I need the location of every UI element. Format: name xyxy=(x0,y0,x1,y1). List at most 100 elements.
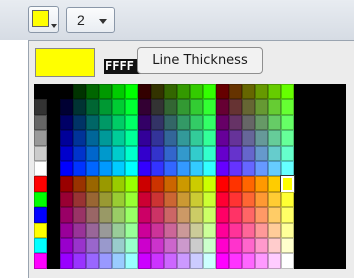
palette-color-cell[interactable] xyxy=(151,145,164,161)
palette-color-cell[interactable] xyxy=(255,161,268,177)
palette-color-cell[interactable] xyxy=(99,130,112,146)
palette-color-cell[interactable] xyxy=(177,99,190,115)
palette-color-cell[interactable] xyxy=(190,84,203,100)
palette-color-cell[interactable] xyxy=(216,253,229,269)
palette-color-cell[interactable] xyxy=(86,84,99,100)
palette-color-cell[interactable] xyxy=(86,207,99,223)
palette-color-cell[interactable] xyxy=(229,161,242,177)
palette-color-cell[interactable] xyxy=(34,176,47,192)
palette-color-cell[interactable] xyxy=(125,114,138,131)
palette-color-cell[interactable] xyxy=(164,253,177,269)
palette-color-cell[interactable] xyxy=(60,145,73,161)
palette-color-cell[interactable] xyxy=(242,207,255,223)
palette-color-cell[interactable] xyxy=(86,253,99,269)
palette-color-cell[interactable] xyxy=(216,207,229,223)
palette-color-cell[interactable] xyxy=(125,130,138,146)
palette-color-cell[interactable] xyxy=(99,99,112,115)
palette-color-cell[interactable] xyxy=(99,145,112,161)
palette-color-cell[interactable] xyxy=(34,161,47,177)
palette-color-cell[interactable] xyxy=(281,130,294,146)
palette-color-cell[interactable] xyxy=(242,176,255,192)
palette-color-cell[interactable] xyxy=(47,253,60,269)
palette-color-cell[interactable] xyxy=(112,145,125,161)
palette-color-cell[interactable] xyxy=(190,253,203,269)
palette-color-cell[interactable] xyxy=(164,130,177,146)
palette-color-cell[interactable] xyxy=(112,130,125,146)
palette-color-cell[interactable] xyxy=(47,222,60,238)
palette-color-cell[interactable] xyxy=(190,161,203,177)
palette-color-cell[interactable] xyxy=(242,238,255,254)
palette-color-cell[interactable] xyxy=(151,161,164,177)
palette-color-cell[interactable] xyxy=(138,222,151,238)
palette-color-cell[interactable] xyxy=(73,84,86,100)
palette-color-cell[interactable] xyxy=(86,130,99,146)
palette-color-cell[interactable] xyxy=(99,222,112,238)
palette-color-cell[interactable] xyxy=(268,145,281,161)
palette-color-cell[interactable] xyxy=(34,253,47,269)
palette-color-cell[interactable] xyxy=(164,238,177,254)
palette-color-cell[interactable] xyxy=(86,99,99,115)
palette-color-cell[interactable] xyxy=(164,207,177,223)
palette-color-cell[interactable] xyxy=(112,222,125,238)
palette-color-cell[interactable] xyxy=(203,161,216,177)
palette-color-cell[interactable] xyxy=(177,238,190,254)
palette-color-cell[interactable] xyxy=(216,238,229,254)
palette-color-cell[interactable] xyxy=(177,191,190,208)
palette-color-cell[interactable] xyxy=(216,114,229,131)
palette-color-cell[interactable] xyxy=(164,222,177,238)
palette-color-cell[interactable] xyxy=(60,84,73,100)
palette-color-cell[interactable] xyxy=(164,161,177,177)
palette-color-cell[interactable] xyxy=(164,145,177,161)
palette-color-cell[interactable] xyxy=(190,222,203,238)
palette-color-cell[interactable] xyxy=(34,145,47,161)
palette-color-cell[interactable] xyxy=(47,99,60,115)
palette-color-cell[interactable] xyxy=(125,161,138,177)
palette-color-cell[interactable] xyxy=(255,84,268,100)
palette-color-cell[interactable] xyxy=(73,130,86,146)
palette-color-cell[interactable] xyxy=(125,99,138,115)
palette-color-cell[interactable] xyxy=(242,130,255,146)
palette-color-cell[interactable] xyxy=(73,238,86,254)
palette-color-cell[interactable] xyxy=(86,114,99,131)
palette-color-cell[interactable] xyxy=(281,145,294,161)
palette-color-cell[interactable] xyxy=(125,191,138,208)
palette-color-cell[interactable] xyxy=(190,114,203,131)
palette-color-cell[interactable] xyxy=(99,176,112,192)
palette-color-cell[interactable] xyxy=(242,84,255,100)
palette-color-cell[interactable] xyxy=(255,238,268,254)
palette-color-cell[interactable] xyxy=(86,191,99,208)
palette-color-cell[interactable] xyxy=(216,84,229,100)
palette-color-cell[interactable] xyxy=(60,114,73,131)
color-picker-button[interactable] xyxy=(28,6,59,33)
palette-color-cell[interactable] xyxy=(47,84,60,100)
palette-color-cell[interactable] xyxy=(255,191,268,208)
palette-color-cell[interactable] xyxy=(73,161,86,177)
palette-color-cell[interactable] xyxy=(112,191,125,208)
palette-color-cell[interactable] xyxy=(125,145,138,161)
palette-color-cell[interactable] xyxy=(281,114,294,131)
palette-color-cell[interactable] xyxy=(125,222,138,238)
palette-color-cell[interactable] xyxy=(190,99,203,115)
palette-color-cell[interactable] xyxy=(255,114,268,131)
palette-color-cell[interactable] xyxy=(268,238,281,254)
palette-color-cell[interactable] xyxy=(138,238,151,254)
palette-color-cell[interactable] xyxy=(151,222,164,238)
palette-color-cell[interactable] xyxy=(242,114,255,131)
palette-color-cell[interactable] xyxy=(216,191,229,208)
palette-color-cell[interactable] xyxy=(177,130,190,146)
palette-color-cell[interactable] xyxy=(268,114,281,131)
palette-color-cell[interactable] xyxy=(47,191,60,208)
palette-color-cell[interactable] xyxy=(255,176,268,192)
palette-color-cell[interactable] xyxy=(164,176,177,192)
palette-color-cell[interactable] xyxy=(86,145,99,161)
palette-color-cell[interactable] xyxy=(47,130,60,146)
palette-color-cell[interactable] xyxy=(268,191,281,208)
palette-color-cell[interactable] xyxy=(60,176,73,192)
palette-color-cell[interactable] xyxy=(34,84,47,100)
palette-color-cell[interactable] xyxy=(203,253,216,269)
palette-color-cell[interactable] xyxy=(34,222,47,238)
palette-color-cell[interactable] xyxy=(47,161,60,177)
palette-color-cell[interactable] xyxy=(73,114,86,131)
palette-color-cell[interactable] xyxy=(216,222,229,238)
palette-color-cell[interactable] xyxy=(138,207,151,223)
